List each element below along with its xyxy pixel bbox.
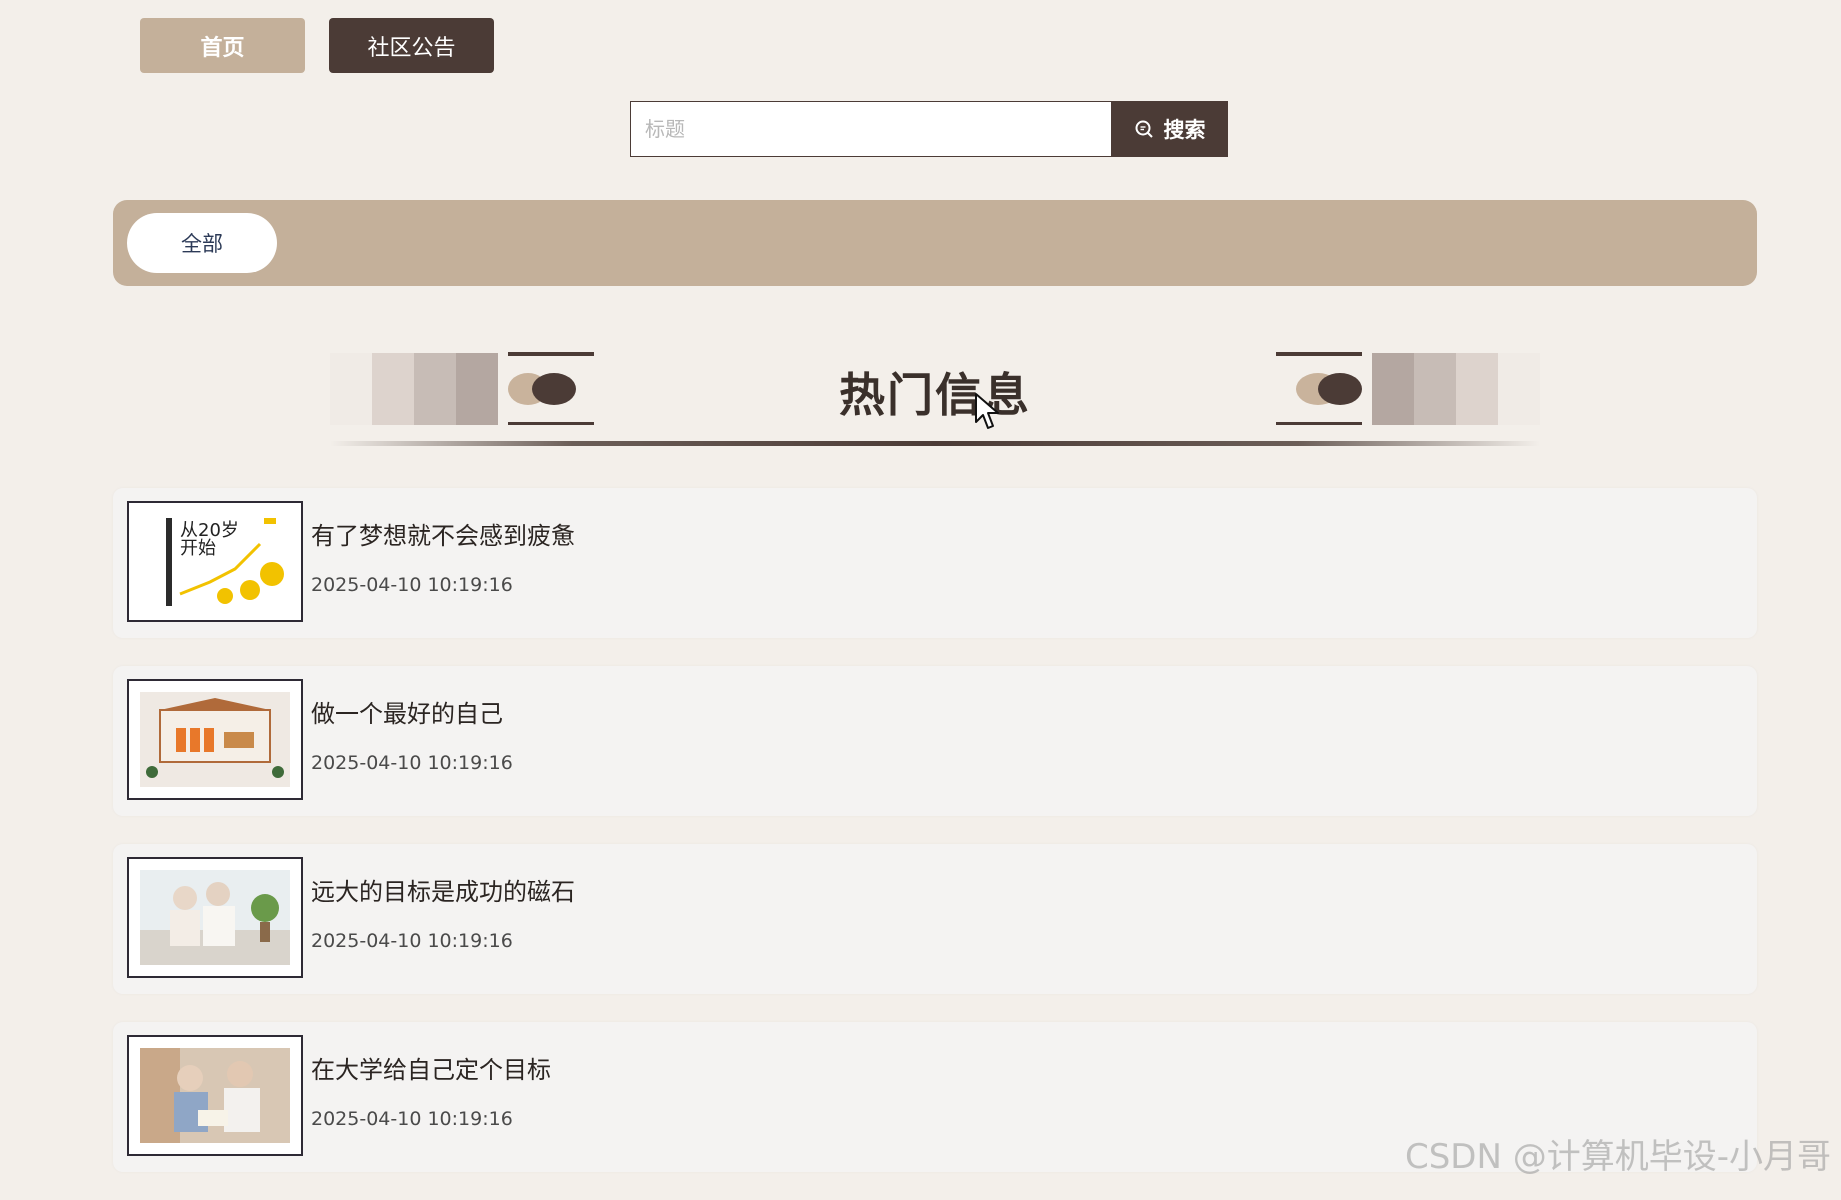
item-date: 2025-04-10 10:19:16 xyxy=(311,574,513,596)
item-thumbnail xyxy=(127,1035,303,1156)
search-button-label: 搜索 xyxy=(1163,118,1206,142)
search-icon xyxy=(1135,120,1153,138)
nav-notice-button[interactable]: 社区公告 xyxy=(329,18,494,73)
search-button[interactable]: 搜索 xyxy=(1111,101,1228,157)
community-wall-image xyxy=(140,692,290,787)
elderly-couple-reading-image xyxy=(140,1048,290,1143)
category-bar: 全部 xyxy=(113,200,1757,286)
watermark: CSDN @计算机毕设-小月哥 xyxy=(1404,1137,1831,1177)
item-thumbnail: 从20岁 开始 xyxy=(127,501,303,622)
list-item[interactable]: 做一个最好的自己 2025-04-10 10:19:16 xyxy=(113,666,1757,816)
info-list: 从20岁 开始 有了梦想就不会感到疲惫 2025-04-10 10:19:16 xyxy=(113,488,1757,1200)
header-divider xyxy=(330,441,1540,446)
mouse-cursor-icon xyxy=(975,393,999,429)
top-nav: 首页 社区公告 xyxy=(140,18,494,73)
section-header: 热门信息 xyxy=(330,345,1540,450)
search-input[interactable] xyxy=(630,101,1111,157)
item-date: 2025-04-10 10:19:16 xyxy=(311,752,513,774)
search-bar: 搜索 xyxy=(630,101,1228,157)
item-title[interactable]: 在大学给自己定个目标 xyxy=(311,1050,551,1085)
item-date: 2025-04-10 10:19:16 xyxy=(311,1108,513,1130)
item-title[interactable]: 远大的目标是成功的磁石 xyxy=(311,872,575,907)
item-thumbnail xyxy=(127,857,303,978)
list-item[interactable]: 从20岁 开始 有了梦想就不会感到疲惫 2025-04-10 10:19:16 xyxy=(113,488,1757,638)
item-date: 2025-04-10 10:19:16 xyxy=(311,930,513,952)
svg-text:开始: 开始 xyxy=(180,538,216,559)
category-all-pill[interactable]: 全部 xyxy=(127,213,277,273)
item-thumbnail xyxy=(127,679,303,800)
nav-home-button[interactable]: 首页 xyxy=(140,18,305,73)
list-item[interactable]: 远大的目标是成功的磁石 2025-04-10 10:19:16 xyxy=(113,844,1757,994)
item-title[interactable]: 有了梦想就不会感到疲惫 xyxy=(311,516,575,551)
item-title[interactable]: 做一个最好的自己 xyxy=(311,694,503,729)
header-right-decoration xyxy=(1276,352,1540,425)
elderly-couple-image xyxy=(140,870,290,965)
book-cover-image: 从20岁 开始 xyxy=(140,514,290,609)
